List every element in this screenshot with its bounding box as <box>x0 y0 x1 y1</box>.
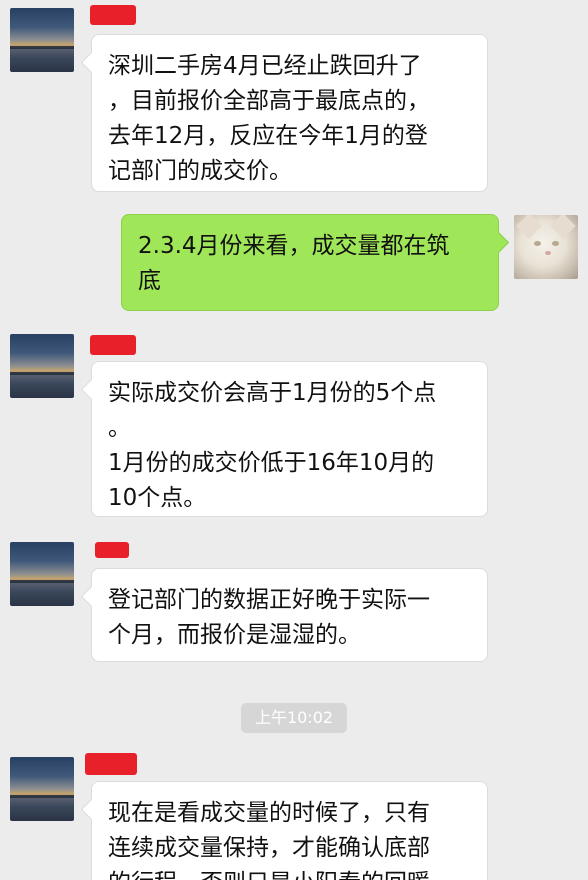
sender-avatar[interactable] <box>10 542 74 606</box>
message-bubble-received[interactable]: 登记部门的数据正好晚于实际一 个月，而报价是湿湿的。 <box>91 568 488 662</box>
sender-avatar[interactable] <box>10 8 74 72</box>
sender-name-redacted <box>95 542 129 558</box>
cat-eye-right <box>552 241 559 246</box>
sender-avatar[interactable] <box>10 757 74 821</box>
cat-ear-left <box>516 215 542 239</box>
message-bubble-sent[interactable]: 2.3.4月份来看，成交量都在筑 底 <box>121 214 499 311</box>
message-row: 登记部门的数据正好晚于实际一 个月，而报价是湿湿的。 <box>0 530 588 670</box>
message-bubble-received[interactable]: 实际成交价会高于1月份的5个点 。 1月份的成交价低于16年10月的 10个点。 <box>91 361 488 517</box>
cat-eye-left <box>534 241 541 246</box>
sender-name-redacted <box>90 335 136 355</box>
message-timestamp: 上午10:02 <box>241 703 347 733</box>
sender-name-redacted <box>90 5 136 25</box>
sender-name-redacted <box>85 753 137 775</box>
cat-ear-right <box>550 215 576 239</box>
message-row: 2.3.4月份来看，成交量都在筑 底 <box>0 200 588 320</box>
message-row: 深圳二手房4月已经止跌回升了 ，目前报价全部高于最底点的， 去年12月，反应在今… <box>0 0 588 200</box>
sender-avatar[interactable] <box>10 334 74 398</box>
cat-nose <box>545 251 551 255</box>
my-avatar[interactable] <box>514 215 578 279</box>
message-row: 实际成交价会高于1月份的5个点 。 1月份的成交价低于16年10月的 10个点。 <box>0 320 588 530</box>
message-bubble-received[interactable]: 现在是看成交量的时候了，只有 连续成交量保持，才能确认底部 的行程，否则只是小阳… <box>91 781 488 880</box>
message-bubble-received[interactable]: 深圳二手房4月已经止跌回升了 ，目前报价全部高于最底点的， 去年12月，反应在今… <box>91 34 488 192</box>
message-row: 现在是看成交量的时候了，只有 连续成交量保持，才能确认底部 的行程，否则只是小阳… <box>0 745 588 880</box>
